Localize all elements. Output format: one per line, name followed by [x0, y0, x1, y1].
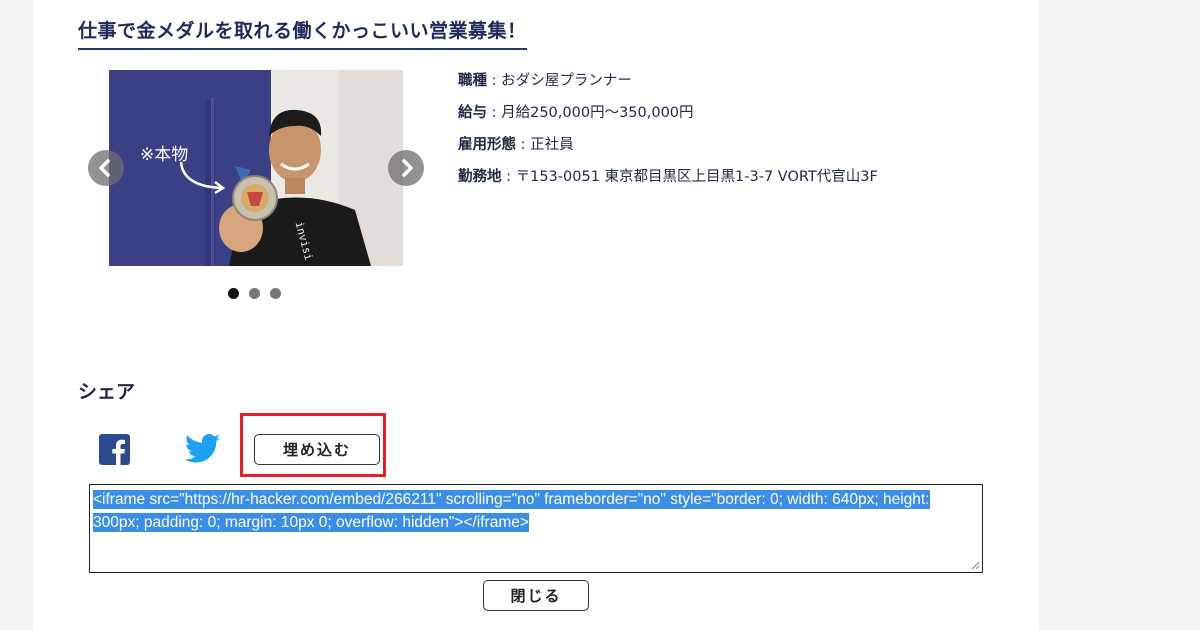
job-detail-label: 勤務地 [458, 169, 502, 185]
twitter-icon[interactable] [185, 434, 221, 465]
carousel-prev-button[interactable] [88, 150, 124, 186]
job-detail-value: 〒153-0051 東京都目黒区上目黒1-3-7 VORT代官山3F [515, 169, 878, 185]
close-button[interactable]: 閉じる [483, 580, 589, 611]
job-detail-row-salary: 給与 : 月給250,000円〜350,000円 [458, 105, 694, 121]
job-detail-label: 雇用形態 [458, 137, 516, 153]
carousel-dot-1[interactable] [228, 288, 239, 299]
embed-code-textarea[interactable]: <iframe src="https://hr-hacker.com/embed… [89, 484, 983, 573]
chevron-left-icon [99, 159, 110, 177]
facebook-icon[interactable] [99, 434, 130, 465]
image-carousel: ※本物 invisi [88, 70, 424, 308]
chevron-right-icon [402, 159, 413, 177]
resize-grip-icon[interactable] [970, 560, 980, 570]
share-heading: シェア [78, 381, 136, 403]
job-detail-value: おダシ屋プランナー [501, 73, 632, 89]
embed-button[interactable]: 埋め込む [254, 434, 380, 465]
job-detail-row-employment-type: 雇用形態 : 正社員 [458, 137, 574, 153]
embed-code-selected-text: <iframe src="https://hr-hacker.com/embed… [93, 490, 930, 532]
carousel-dot-2[interactable] [249, 288, 260, 299]
page-title: 仕事で金メダルを取れる働くかっこいい営業募集！ [78, 16, 527, 50]
job-detail-label: 職種 [458, 73, 487, 89]
carousel-dot-3[interactable] [270, 288, 281, 299]
job-detail-row-position: 職種 : おダシ屋プランナー [458, 73, 632, 89]
carousel-photo: ※本物 invisi [109, 70, 403, 266]
job-detail-label: 給与 [458, 105, 487, 121]
job-detail-row-location: 勤務地 : 〒153-0051 東京都目黒区上目黒1-3-7 VORT代官山3F [458, 169, 878, 185]
photo-caption: ※本物 [140, 145, 189, 165]
job-details: 職種 : おダシ屋プランナー 給与 : 月給250,000円〜350,000円 … [458, 70, 878, 198]
job-detail-value: 正社員 [530, 137, 574, 153]
gold-medal-photo [109, 70, 403, 266]
job-detail-value: 月給250,000円〜350,000円 [501, 105, 694, 121]
carousel-dots [228, 288, 281, 299]
carousel-next-button[interactable] [388, 150, 424, 186]
